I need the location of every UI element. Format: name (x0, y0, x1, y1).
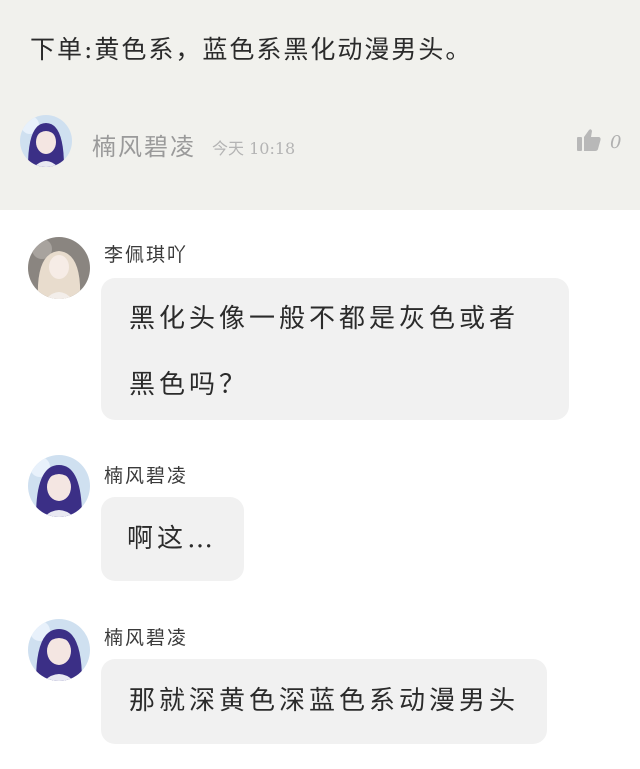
comment-text: 黑化头像一般不都是灰色或者黑色吗？ (129, 304, 520, 400)
thumbs-up-icon (576, 128, 602, 156)
comment-author-name[interactable]: 楠风碧凌 (104, 623, 188, 650)
post-title: 下单:黄色系，蓝色系黑化动漫男头。 (30, 35, 473, 64)
like-count: 0 (610, 131, 622, 153)
comment-author-name[interactable]: 李佩琪吖 (104, 240, 188, 267)
comment-author-name[interactable]: 楠风碧凌 (104, 461, 188, 488)
avatar[interactable] (28, 237, 90, 299)
comment-bubble: 啊这… (101, 497, 244, 581)
post-time: 今天 10:18 (212, 139, 296, 158)
like-button[interactable]: 0 (576, 128, 621, 156)
post-author-name[interactable]: 楠风碧凌 (92, 127, 196, 162)
avatar[interactable] (28, 455, 90, 517)
comment-bubble: 那就深黄色深蓝色系动漫男头 (101, 659, 547, 744)
avatar[interactable] (28, 619, 90, 681)
post-header: 下单:黄色系，蓝色系黑化动漫男头。 楠风碧凌 今天 10:18 0 (0, 0, 640, 210)
post-author-avatar[interactable] (20, 115, 72, 167)
comment-bubble: 黑化头像一般不都是灰色或者黑色吗？ (101, 278, 569, 420)
comment-text: 那就深黄色深蓝色系动漫男头 (129, 686, 520, 716)
comment-text: 啊这… (127, 524, 218, 554)
